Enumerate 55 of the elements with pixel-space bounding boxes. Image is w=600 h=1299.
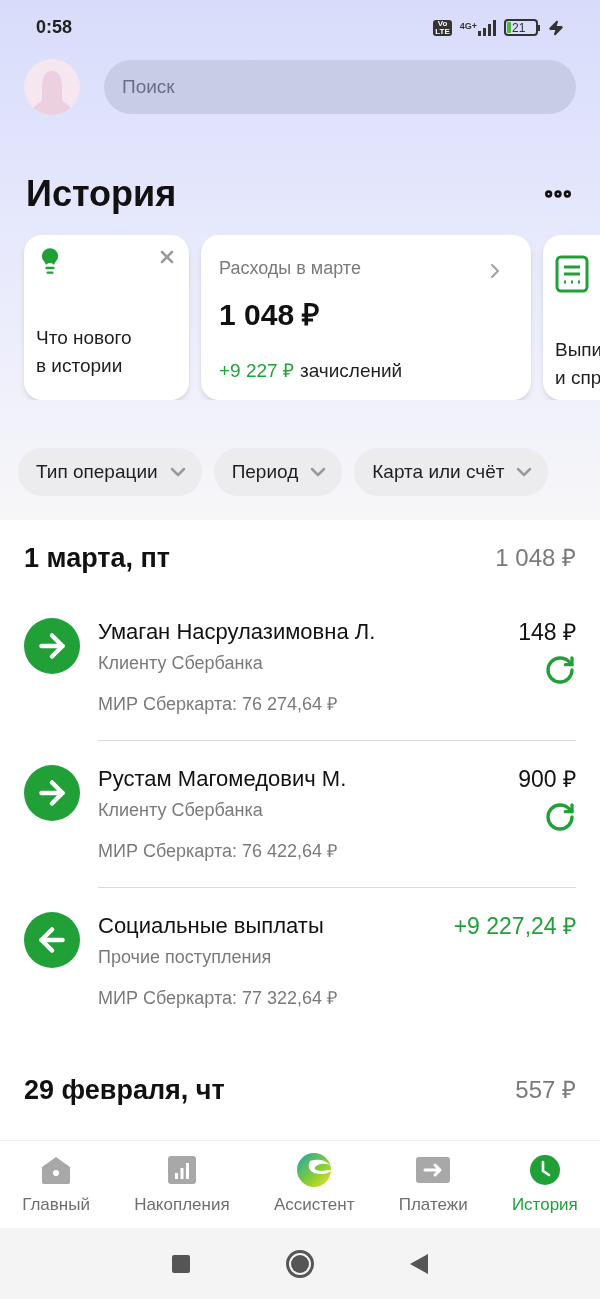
document-icon — [555, 255, 589, 293]
network-type: 4G+ — [459, 19, 477, 33]
operation-amount: 148 ₽ — [518, 618, 576, 646]
card-text: Выпи — [555, 338, 600, 362]
bar-chart-icon — [166, 1154, 197, 1185]
recent-apps-button[interactable] — [172, 1254, 190, 1273]
day-total: 557 ₽ — [515, 1075, 576, 1105]
repeat-icon[interactable] — [544, 801, 576, 833]
card-text: Что нового — [36, 326, 133, 350]
day-header: 1 марта, пт — [24, 541, 171, 575]
nav-tab[interactable]: История — [511, 1151, 578, 1218]
status-time: 0:58 — [36, 16, 73, 39]
operation-category: Клиенту Сбербанка — [98, 799, 264, 822]
clock-icon — [528, 1153, 561, 1186]
card-text: и спр — [555, 366, 600, 390]
search-field[interactable]: Поиск — [104, 60, 576, 114]
account-balance: МИР Сберкарта: 77 322,64 ₽ — [98, 987, 338, 1010]
nav-tab[interactable]: Накопления — [134, 1151, 230, 1218]
tip-card[interactable]: Что нового в истории — [24, 235, 189, 400]
assistant-logo-icon — [296, 1151, 333, 1188]
card-text: в истории — [36, 354, 124, 378]
operation-name: Умаган Насрулазимовна Л. — [98, 618, 376, 646]
account-balance: МИР Сберкарта: 76 274,64 ₽ — [98, 693, 339, 716]
incoming-transfer-icon — [24, 912, 80, 968]
operation-category: Клиенту Сбербанка — [98, 652, 264, 675]
expenses-card[interactable]: Расходы в марте 1 048 ₽ +9 227 ₽ зачислений — [201, 235, 531, 400]
filter-chip[interactable]: Период — [213, 448, 343, 496]
day-total: 1 048 ₽ — [495, 543, 576, 573]
home-button[interactable] — [286, 1249, 314, 1278]
operation-category: Прочие поступления — [98, 946, 273, 969]
signal-icon — [478, 19, 496, 36]
card-amount: 1 048 ₽ — [219, 297, 320, 333]
income-amount: +9 227 ₽ — [219, 359, 294, 383]
operation-amount: +9 227,24 ₽ — [453, 912, 576, 940]
nav-tab[interactable]: Ассистент — [273, 1151, 355, 1218]
back-button[interactable] — [410, 1253, 428, 1274]
card-label: Расходы в марте — [219, 257, 361, 280]
income-label: зачислений — [299, 359, 403, 383]
nav-tab[interactable]: Главный — [22, 1151, 90, 1218]
statement-card[interactable]: Выпи и спр — [543, 235, 600, 400]
page-title: История — [26, 172, 177, 216]
home-icon — [40, 1154, 72, 1185]
outgoing-transfer-icon — [24, 618, 80, 674]
battery-percent: 21 — [512, 21, 526, 34]
nav-tab[interactable]: Платежи — [398, 1151, 468, 1218]
filter-chip[interactable]: Карта или счёт — [354, 448, 549, 496]
account-balance: МИР Сберкарта: 76 422,64 ₽ — [98, 840, 339, 863]
operation-name: Рустам Магомедович М. — [98, 765, 347, 793]
outgoing-transfer-icon — [24, 765, 80, 821]
filter-chip[interactable]: Тип операции — [18, 448, 202, 496]
repeat-icon[interactable] — [544, 654, 576, 686]
operation-name: Социальные выплаты — [98, 912, 325, 940]
day-header: 29 февраля, чт — [24, 1073, 225, 1107]
volte-icon: Vo LTE — [433, 19, 452, 36]
operation-amount: 900 ₽ — [518, 765, 576, 793]
